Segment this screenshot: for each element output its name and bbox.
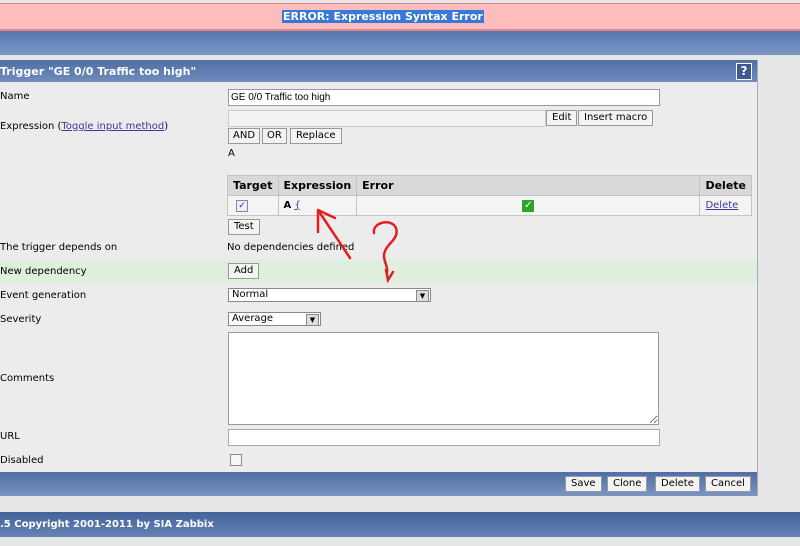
annotation-arrow	[316, 208, 352, 260]
annotation-question-mark	[372, 221, 398, 274]
red-annotation	[316, 208, 398, 284]
annotation-arrow-tip	[384, 268, 395, 284]
